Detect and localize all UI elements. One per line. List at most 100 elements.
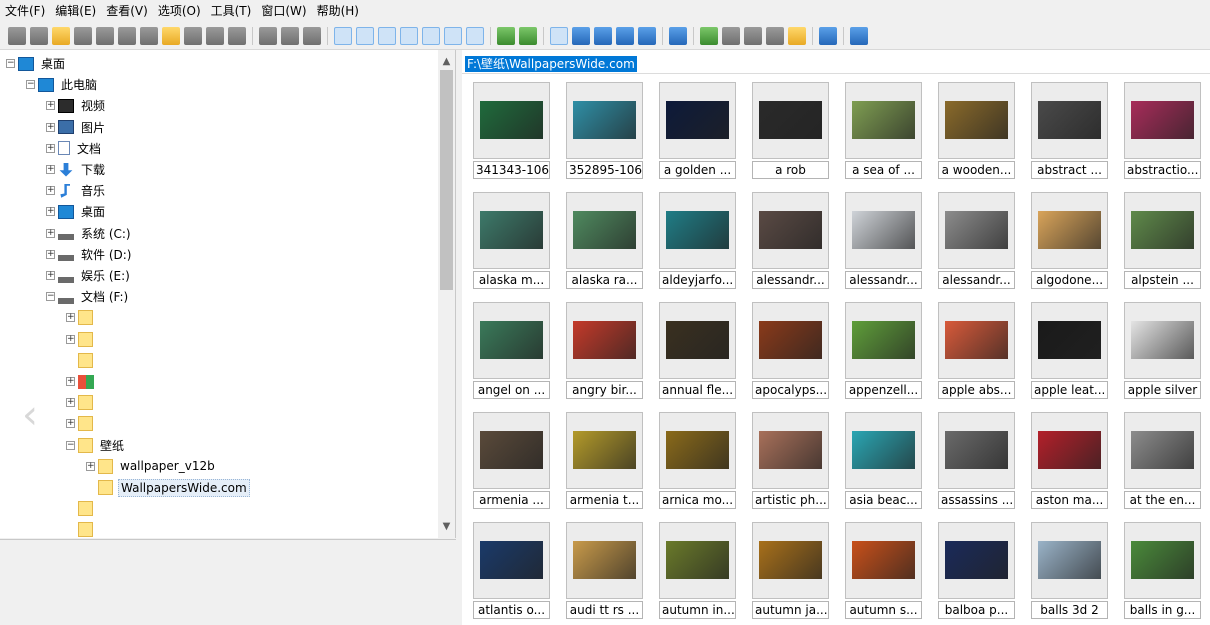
thumbnail-item[interactable]: audi tt rs ... — [566, 522, 644, 620]
tree-node-label[interactable]: 系统 (C:) — [79, 224, 133, 243]
thumbnail-frame[interactable] — [1031, 302, 1108, 379]
thumbnail-item[interactable]: aston ma... — [1031, 412, 1109, 510]
menu-item-6[interactable]: 帮助(H) — [312, 0, 364, 22]
thumbnail-item[interactable]: atlantis o... — [473, 522, 551, 620]
delete-icon[interactable] — [206, 26, 224, 45]
thumbnail-frame[interactable] — [1124, 192, 1201, 269]
view-list-icon[interactable] — [616, 26, 634, 45]
thumbnail-frame[interactable] — [566, 412, 643, 489]
thumbnail-item[interactable]: armenia t... — [566, 412, 644, 510]
thumbnail-frame[interactable] — [845, 522, 922, 599]
grid-view-icon[interactable] — [422, 26, 440, 45]
edit-icon[interactable] — [788, 26, 806, 45]
view-large-icon[interactable] — [550, 26, 568, 45]
thumbnail-item[interactable]: a sea of ... — [845, 82, 923, 180]
thumbnail-item[interactable]: appenzell... — [845, 302, 923, 400]
expand-toggle-icon[interactable]: + — [46, 143, 55, 153]
paste-icon[interactable] — [303, 26, 321, 45]
chevron-left-icon[interactable]: ‹ — [22, 390, 48, 440]
filmstrip-icon[interactable] — [766, 26, 784, 45]
thumbnail-frame[interactable] — [659, 302, 736, 379]
thumbnail-frame[interactable] — [938, 302, 1015, 379]
view-small-icon[interactable] — [594, 26, 612, 45]
open-folder-icon[interactable] — [52, 26, 70, 45]
copy-icon[interactable] — [281, 26, 299, 45]
expand-toggle-icon[interactable]: + — [66, 313, 75, 323]
thumbnail-item[interactable]: a rob — [752, 82, 830, 180]
expand-toggle-icon[interactable]: + — [86, 461, 95, 471]
expand-toggle-icon[interactable]: + — [46, 228, 55, 238]
expand-toggle-icon[interactable]: + — [46, 207, 55, 217]
thumbnail-item[interactable]: alessandr... — [938, 192, 1016, 290]
tree-node[interactable] — [66, 498, 98, 519]
expand-toggle-icon[interactable]: + — [66, 377, 75, 386]
tree-node-label[interactable]: 下载 — [79, 160, 107, 179]
folder-tree-icon[interactable] — [356, 26, 374, 45]
thumbnail-item[interactable]: alessandr... — [752, 192, 830, 290]
thumbnail-frame[interactable] — [752, 412, 829, 489]
tree-node[interactable]: + 视频 — [46, 95, 107, 116]
thumbnail-frame[interactable] — [473, 82, 550, 159]
thumbnail-item[interactable]: alpstein ... — [1124, 192, 1202, 290]
thumbnail-item[interactable]: alaska m... — [473, 192, 551, 290]
thumbnails-icon[interactable] — [400, 26, 418, 45]
thumbnail-item[interactable]: balls in g... — [1124, 522, 1202, 620]
cut-icon[interactable] — [259, 26, 277, 45]
thumbnail-item[interactable]: armenia ... — [473, 412, 551, 510]
thumbnail-item[interactable]: a golden ... — [659, 82, 737, 180]
thumbnail-item[interactable]: a wooden... — [938, 82, 1016, 180]
tree-node[interactable]: + 图片 — [46, 117, 107, 138]
tree-node-label[interactable]: 桌面 — [39, 54, 67, 73]
preview-icon[interactable] — [378, 26, 396, 45]
thumbnail-item[interactable]: apocalyps... — [752, 302, 830, 400]
expand-toggle-icon[interactable]: + — [46, 122, 55, 132]
thumbnail-frame[interactable] — [938, 82, 1015, 159]
thumbnail-item[interactable]: artistic ph... — [752, 412, 830, 510]
tree-node[interactable]: + — [66, 413, 98, 434]
thumbnail-item[interactable]: alaska ra... — [566, 192, 644, 290]
thumbnail-frame[interactable] — [566, 522, 643, 599]
thumbnail-frame[interactable] — [659, 82, 736, 159]
tree-node-label[interactable]: 音乐 — [79, 181, 107, 200]
thumbnail-item[interactable]: algodone... — [1031, 192, 1109, 290]
settings-icon[interactable] — [819, 26, 837, 45]
info-icon[interactable] — [118, 26, 136, 45]
expand-toggle-icon[interactable]: + — [66, 334, 75, 344]
slideshow-icon[interactable] — [497, 26, 515, 45]
thumbnail-frame[interactable] — [566, 82, 643, 159]
thumbnail-frame[interactable] — [938, 192, 1015, 269]
expand-toggle-icon[interactable]: + — [46, 186, 55, 196]
tree-node-label[interactable]: wallpaper_v12b — [118, 458, 217, 474]
thumbnail-frame[interactable] — [845, 302, 922, 379]
thumbnail-frame[interactable] — [659, 412, 736, 489]
menu-item-0[interactable]: 文件(F) — [0, 0, 50, 22]
expand-toggle-icon[interactable]: + — [46, 165, 55, 174]
eye-off-icon[interactable] — [30, 26, 48, 45]
collapse-toggle-icon[interactable]: − — [66, 440, 75, 450]
thumbnail-frame[interactable] — [1124, 82, 1201, 159]
thumbnail-frame[interactable] — [473, 412, 550, 489]
thumbnail-item[interactable]: angel on ... — [473, 302, 551, 400]
properties-icon[interactable] — [228, 26, 246, 45]
thumbnail-item[interactable]: abstract ... — [1031, 82, 1109, 180]
thumbnail-item[interactable]: balboa p... — [938, 522, 1016, 620]
thumbnail-frame[interactable] — [473, 302, 550, 379]
new-folder-icon[interactable] — [162, 26, 180, 45]
view-medium-icon[interactable] — [572, 26, 590, 45]
thumbnail-frame[interactable] — [1031, 192, 1108, 269]
tree-node[interactable]: + 娱乐 (E:) — [46, 265, 132, 286]
tree-scrollbar-thumb[interactable] — [440, 70, 453, 290]
thumbnail-item[interactable]: apple silver — [1124, 302, 1202, 400]
folder-tree[interactable]: − 桌面 − 此电脑 + 视频 + 图片 + 文档 + 下载 + 音乐 + 桌面 + 系统 (C:) + 软件 (D:… — [0, 50, 456, 538]
help-icon[interactable] — [850, 26, 868, 45]
thumbnail-frame[interactable] — [1124, 412, 1201, 489]
thumbnail-item[interactable]: abstractio... — [1124, 82, 1202, 180]
thumbnail-item[interactable]: balls 3d 2 — [1031, 522, 1109, 620]
thumbnail-frame[interactable] — [1031, 412, 1108, 489]
image-icon[interactable] — [466, 26, 484, 45]
tree-node-label[interactable]: 软件 (D:) — [79, 245, 133, 264]
thumbnail-frame[interactable] — [752, 82, 829, 159]
tree-node[interactable]: WallpapersWide.com — [86, 477, 250, 498]
thumbnail-frame[interactable] — [659, 522, 736, 599]
tree-node[interactable]: + wallpaper_v12b — [86, 456, 217, 477]
